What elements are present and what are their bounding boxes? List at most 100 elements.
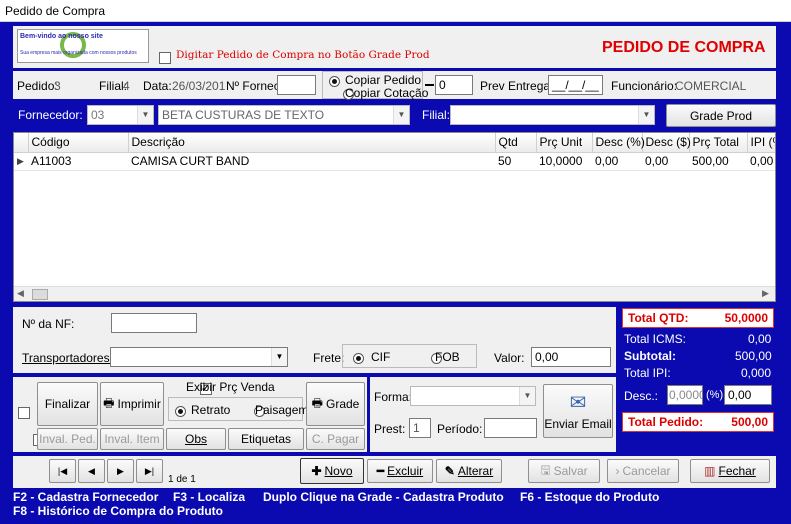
fechar-label: Fechar xyxy=(718,464,756,478)
salvar-button[interactable]: 🖫 Salvar xyxy=(528,459,600,483)
plus-icon: ✚ xyxy=(311,464,322,478)
c-pagar-button[interactable]: C. Pagar xyxy=(306,428,365,450)
table-cell[interactable]: 50 xyxy=(495,152,536,171)
table-cell[interactable]: 0,00 xyxy=(592,152,642,171)
first-record-button[interactable]: |◀ xyxy=(49,459,76,483)
nfornec-input[interactable] xyxy=(277,75,316,95)
valor-input[interactable]: 0,00 xyxy=(531,347,611,367)
paisagem-label: Paisagem xyxy=(255,403,309,417)
finalizar-button[interactable]: Finalizar xyxy=(37,382,98,426)
fornecedor-name-select[interactable]: BETA CUSTURAS DE TEXTO ▼ xyxy=(158,105,410,125)
total-qtd-value: 50,0000 xyxy=(724,311,768,325)
forma-select[interactable]: ▼ xyxy=(410,386,536,406)
previous-icon: ◀ xyxy=(88,465,95,476)
scroll-right-icon[interactable]: ▶ xyxy=(762,288,769,299)
total-icms-label: Total ICMS: xyxy=(624,332,687,346)
retrato-radio[interactable] xyxy=(175,406,186,418)
company-logo: Bem-vindo ao nosso site Sua empresa mais… xyxy=(17,29,149,63)
page-heading: PEDIDO DE COMPRA xyxy=(602,39,766,56)
filial-select[interactable]: ▼ xyxy=(450,105,655,125)
copiar-pedido-radio[interactable] xyxy=(329,76,340,88)
prest-input[interactable]: 1 xyxy=(409,418,431,438)
table-row[interactable]: ▶ A11003 CAMISA CURT BAND 50 10,0000 0,0… xyxy=(14,152,775,171)
column-header[interactable]: Qtd xyxy=(495,133,537,153)
fornecedor-code-select[interactable]: 03 ▼ xyxy=(87,105,154,125)
total-ipi-value: 0,000 xyxy=(741,366,772,380)
main-frame: Bem-vindo ao nosso site Sua empresa mais… xyxy=(0,22,791,524)
etiquetas-button[interactable]: Etiquetas xyxy=(228,428,304,450)
enviar-email-button[interactable]: ✉ Enviar Email xyxy=(543,384,613,438)
obs-button[interactable]: Obs xyxy=(166,428,226,450)
row-indicator-header xyxy=(14,133,29,153)
table-cell[interactable]: 10,0000 xyxy=(536,152,592,171)
column-header[interactable]: Desc ($) xyxy=(642,133,691,153)
table-cell[interactable]: CAMISA CURT BAND xyxy=(128,152,495,171)
next-icon: ▶ xyxy=(117,465,124,476)
desc-value-input[interactable]: 0,00 xyxy=(724,385,772,405)
grade-prod-button[interactable]: Grade Prod xyxy=(666,104,776,127)
grade-prod-checkbox[interactable] xyxy=(159,51,171,64)
grade-button[interactable]: 🖶 Grade xyxy=(306,382,365,426)
alterar-button[interactable]: ✎ Alterar xyxy=(436,459,502,483)
info-row: Pedido: 3 Filial: 4 Data: 26/03/201 Nº F… xyxy=(13,71,776,101)
data-label: Data: xyxy=(143,79,172,93)
frete-label: Frete: xyxy=(313,351,345,365)
fechar-button[interactable]: ▥ Fechar xyxy=(690,459,770,483)
excluir-button[interactable]: ━ Excluir xyxy=(367,459,433,483)
scroll-thumb[interactable] xyxy=(32,289,48,300)
table-cell[interactable]: 0,00 xyxy=(642,152,689,171)
transportadores-select[interactable]: ▼ xyxy=(110,347,288,367)
nf-panel: Nº da NF: Transportadores: ▼ Frete: CIF … xyxy=(13,307,616,373)
column-header[interactable]: Prç Total xyxy=(689,133,748,153)
column-header[interactable]: Prç Unit xyxy=(536,133,593,153)
shortcut-f6: F6 - Estoque do Produto xyxy=(520,490,660,504)
next-record-button[interactable]: ▶ xyxy=(107,459,134,483)
table-cell[interactable]: A11003 xyxy=(28,152,128,171)
total-qtd-label: Total QTD: xyxy=(628,311,689,325)
column-header[interactable]: IPI (%) xyxy=(747,133,775,153)
exibir-prc-label: Exibir Prç Venda xyxy=(186,380,275,394)
first-icon: |◀ xyxy=(57,465,68,476)
cancelar-button[interactable]: › Cancelar xyxy=(607,459,679,483)
cancel-icon: › xyxy=(615,464,620,478)
horizontal-scrollbar[interactable]: ◀ ▶ xyxy=(14,286,775,301)
inval-ped-button[interactable]: Inval. Ped. xyxy=(37,428,98,450)
cif-radio[interactable] xyxy=(353,353,364,365)
pencil-icon: ✎ xyxy=(444,464,455,478)
frete-option-group: CIF FOB xyxy=(342,344,477,368)
desc-percent-input[interactable]: 0,0000 xyxy=(667,385,703,405)
prev-entrega-input[interactable]: __/__/__ xyxy=(548,75,603,95)
subtotal-label: Subtotal: xyxy=(624,349,676,363)
cif-label: CIF xyxy=(371,350,391,364)
table-cell[interactable]: 0,00 xyxy=(747,152,775,171)
header-panel: Bem-vindo ao nosso site Sua empresa mais… xyxy=(13,26,776,68)
previous-record-button[interactable]: ◀ xyxy=(78,459,105,483)
chevron-down-icon: ▼ xyxy=(137,106,153,124)
column-header[interactable]: Código xyxy=(28,133,129,153)
subtotal-value: 500,00 xyxy=(735,349,772,363)
scroll-left-icon[interactable]: ◀ xyxy=(17,288,24,299)
copy-number-input[interactable]: 0 xyxy=(435,75,473,95)
column-header[interactable]: Desc (%) xyxy=(592,133,645,153)
forma-label: Forma: xyxy=(374,390,413,404)
periodo-input[interactable] xyxy=(484,418,537,438)
imprimir-label: Imprimir xyxy=(117,397,161,411)
total-pedido-box: Total Pedido: 500,00 xyxy=(622,412,774,432)
fornecedor-label: Fornecedor: xyxy=(18,108,83,122)
printer-icon: 🖶 xyxy=(103,395,115,410)
imprimir-button[interactable]: 🖶 Imprimir xyxy=(100,382,164,426)
chevron-down-icon: ▼ xyxy=(519,387,535,405)
column-header[interactable]: Descrição xyxy=(128,133,496,153)
save-icon: 🖫 xyxy=(540,462,551,477)
novo-button[interactable]: ✚ Novo xyxy=(300,458,364,484)
finalizar-checkbox[interactable] xyxy=(18,406,30,419)
nf-input[interactable] xyxy=(111,313,197,333)
enviar-email-label: Enviar Email xyxy=(544,416,612,431)
table-cell[interactable]: 500,00 xyxy=(689,152,747,171)
periodo-label: Período: xyxy=(437,422,483,436)
items-grid[interactable]: Código Descrição Qtd Prç Unit Desc (%) D… xyxy=(13,132,776,302)
record-info: 1 de 1 xyxy=(168,474,196,485)
inval-item-button[interactable]: Inval. Item xyxy=(100,428,164,450)
last-record-button[interactable]: ▶| xyxy=(136,459,163,483)
pedido-label: Pedido: xyxy=(17,79,58,93)
